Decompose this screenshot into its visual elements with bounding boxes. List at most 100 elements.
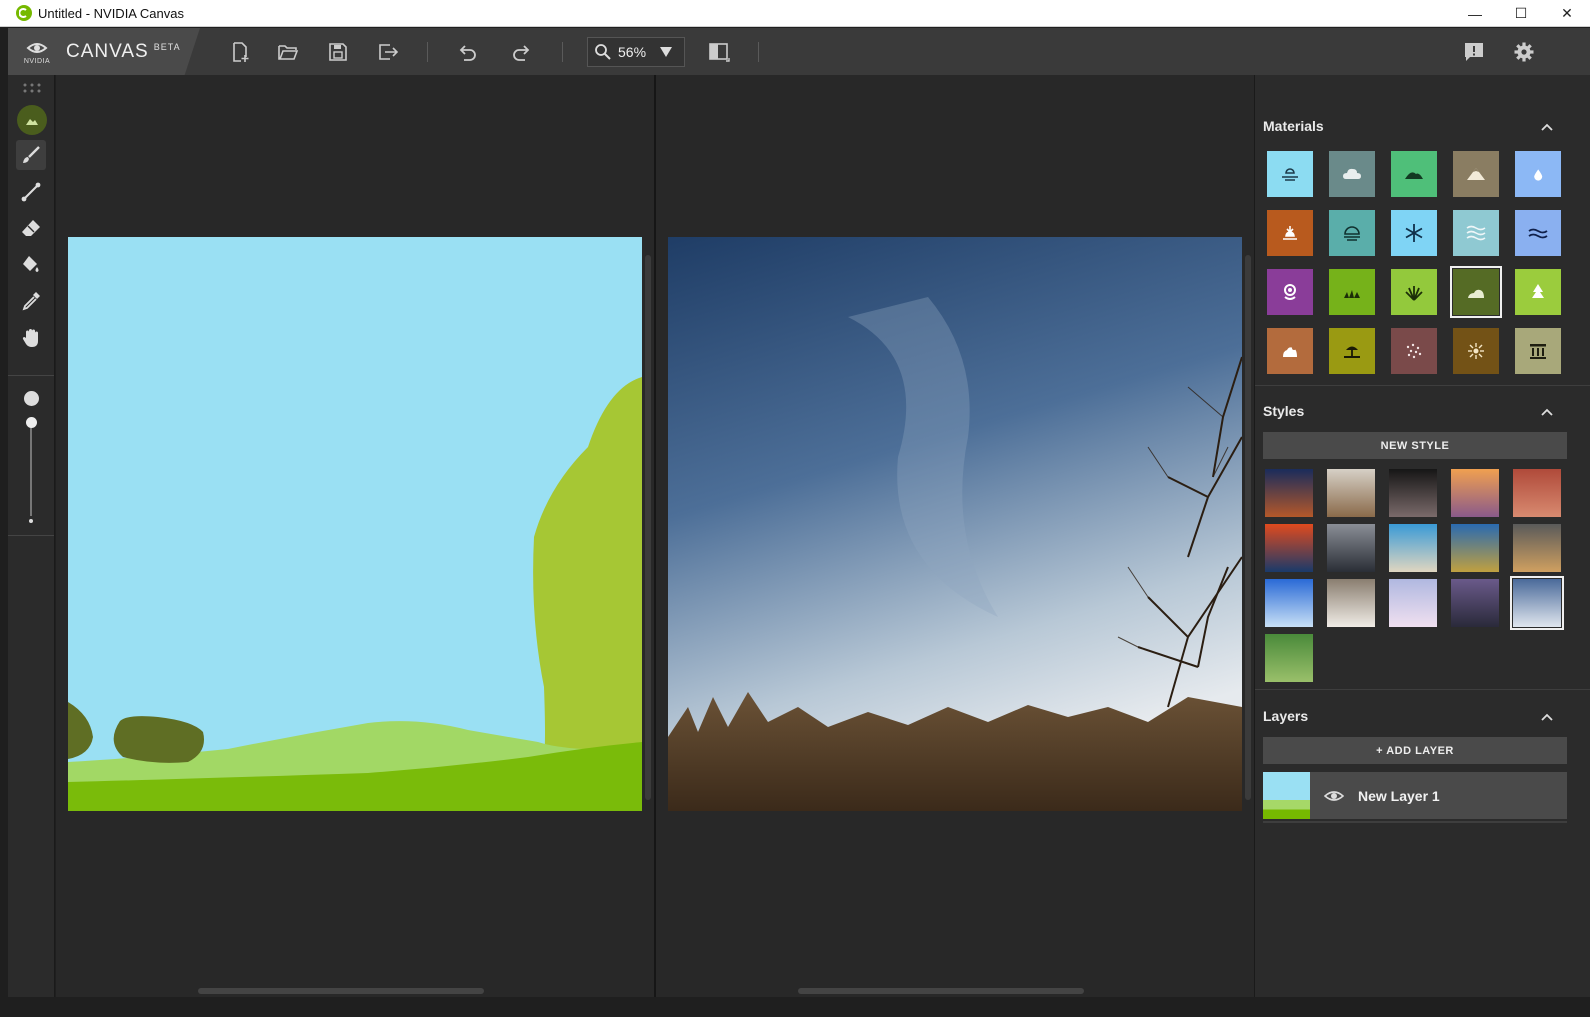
style-thumbnail[interactable] — [1327, 579, 1375, 627]
brush-size-slider[interactable] — [30, 422, 32, 516]
bush-icon — [1468, 289, 1484, 298]
segmentation-drawing — [68, 237, 642, 811]
material-dirt-button[interactable] — [1267, 328, 1313, 374]
zoom-control[interactable]: 56% — [587, 37, 685, 67]
sunset-icon — [1283, 226, 1297, 240]
save-icon — [329, 43, 347, 61]
material-water-button[interactable] — [1515, 151, 1561, 197]
styles-collapse-icon[interactable] — [1541, 406, 1553, 418]
material-cloud-button[interactable] — [1329, 151, 1375, 197]
new-file-button[interactable] — [227, 39, 253, 65]
style-thumbnail[interactable] — [1389, 469, 1437, 517]
material-building-button[interactable] — [1515, 328, 1561, 374]
material-plant-button[interactable] — [1391, 269, 1437, 315]
right-canvas-vertical-scrollbar[interactable] — [1245, 255, 1251, 800]
layers-title: Layers — [1263, 708, 1309, 724]
brush-tool[interactable] — [16, 140, 46, 170]
redo-button[interactable] — [509, 39, 535, 65]
style-thumbnail[interactable] — [1510, 576, 1564, 630]
brush-size-handle[interactable] — [26, 417, 37, 428]
feedback-icon — [1465, 43, 1483, 61]
material-stone-button[interactable] — [1453, 328, 1499, 374]
close-button[interactable]: ✕ — [1544, 0, 1590, 27]
zoom-value: 56% — [618, 44, 647, 60]
material-grass-button[interactable] — [1329, 269, 1375, 315]
main-toolbar: NVIDIA CANVAS BETA 56% — [8, 28, 1590, 75]
material-bush-button[interactable] — [1450, 266, 1502, 318]
material-mountain-button[interactable] — [1453, 151, 1499, 197]
panel-divider — [1255, 385, 1590, 386]
window-controls: — ☐ ✕ — [1452, 0, 1590, 27]
eyedropper-tool[interactable] — [16, 286, 46, 316]
zoom-dropdown-icon[interactable] — [660, 47, 673, 57]
style-thumbnail[interactable] — [1513, 469, 1561, 517]
maximize-button[interactable]: ☐ — [1498, 0, 1544, 27]
current-material-button[interactable] — [17, 105, 47, 135]
style-thumbnail[interactable] — [1265, 579, 1313, 627]
material-tree-button[interactable] — [1515, 269, 1561, 315]
layers-collapse-icon[interactable] — [1541, 711, 1553, 723]
material-river-button[interactable] — [1453, 210, 1499, 256]
fill-tool[interactable] — [16, 249, 46, 279]
panel-divider — [1255, 689, 1590, 690]
pan-tool[interactable] — [16, 323, 46, 353]
segmentation-canvas[interactable] — [68, 237, 642, 811]
drag-handle-icon[interactable] — [22, 83, 42, 93]
toolbar-divider — [427, 42, 428, 62]
layer-item[interactable]: New Layer 1 — [1263, 772, 1567, 819]
style-thumbnail[interactable] — [1451, 469, 1499, 517]
open-button[interactable] — [275, 39, 301, 65]
snowflake-icon — [1405, 224, 1423, 242]
material-fog-button[interactable] — [1329, 210, 1375, 256]
material-flower-button[interactable] — [1267, 269, 1313, 315]
grass-icon — [1344, 290, 1360, 298]
toolbar-divider — [758, 42, 759, 62]
nvidia-logo-text: NVIDIA — [23, 57, 51, 65]
flower-icon — [1284, 284, 1296, 300]
undo-button[interactable] — [454, 39, 480, 65]
material-sea-button[interactable] — [1515, 210, 1561, 256]
material-rock-button[interactable] — [1267, 210, 1313, 256]
add-layer-button[interactable]: + ADD LAYER — [1263, 737, 1567, 764]
mountain-icon — [1467, 168, 1485, 180]
style-thumbnail[interactable] — [1327, 469, 1375, 517]
app-name: CANVAS — [66, 40, 149, 62]
minimize-button[interactable]: — — [1452, 0, 1498, 27]
window-titlebar: Untitled - NVIDIA Canvas — ☐ ✕ — [0, 0, 1590, 27]
line-tool[interactable] — [16, 177, 46, 207]
style-thumbnail[interactable] — [1265, 469, 1313, 517]
style-thumbnail[interactable] — [1389, 579, 1437, 627]
material-gravel-button[interactable] — [1391, 328, 1437, 374]
settings-button[interactable] — [1511, 39, 1537, 65]
fog-icon — [1344, 226, 1360, 241]
style-thumbnail[interactable] — [1513, 524, 1561, 572]
compare-view-button[interactable] — [706, 39, 732, 65]
feedback-button[interactable] — [1461, 39, 1487, 65]
style-thumbnail[interactable] — [1451, 524, 1499, 572]
material-icon — [26, 119, 38, 125]
style-thumbnail[interactable] — [1389, 524, 1437, 572]
right-canvas-horizontal-scrollbar[interactable] — [798, 988, 1084, 994]
fill-icon — [23, 256, 39, 272]
style-thumbnail[interactable] — [1265, 524, 1313, 572]
cloud-icon — [1343, 168, 1361, 179]
new-style-button[interactable]: NEW STYLE — [1263, 432, 1567, 459]
left-canvas-horizontal-scrollbar[interactable] — [198, 988, 484, 994]
eraser-tool[interactable] — [16, 213, 46, 243]
material-sky-button[interactable] — [1267, 151, 1313, 197]
style-thumbnail[interactable] — [1451, 579, 1499, 627]
line-icon — [21, 182, 41, 202]
materials-collapse-icon[interactable] — [1541, 121, 1553, 133]
export-button[interactable] — [375, 39, 401, 65]
window-title: Untitled - NVIDIA Canvas — [38, 5, 184, 21]
material-sand-button[interactable] — [1329, 328, 1375, 374]
left-canvas-vertical-scrollbar[interactable] — [645, 255, 651, 800]
material-hill-button[interactable] — [1391, 151, 1437, 197]
style-thumbnail[interactable] — [1327, 524, 1375, 572]
export-icon — [379, 44, 399, 60]
tool-sidebar — [8, 75, 55, 997]
save-button[interactable] — [325, 39, 351, 65]
material-snow-button[interactable] — [1391, 210, 1437, 256]
style-thumbnail[interactable] — [1265, 634, 1313, 682]
eye-icon[interactable] — [1324, 786, 1344, 806]
